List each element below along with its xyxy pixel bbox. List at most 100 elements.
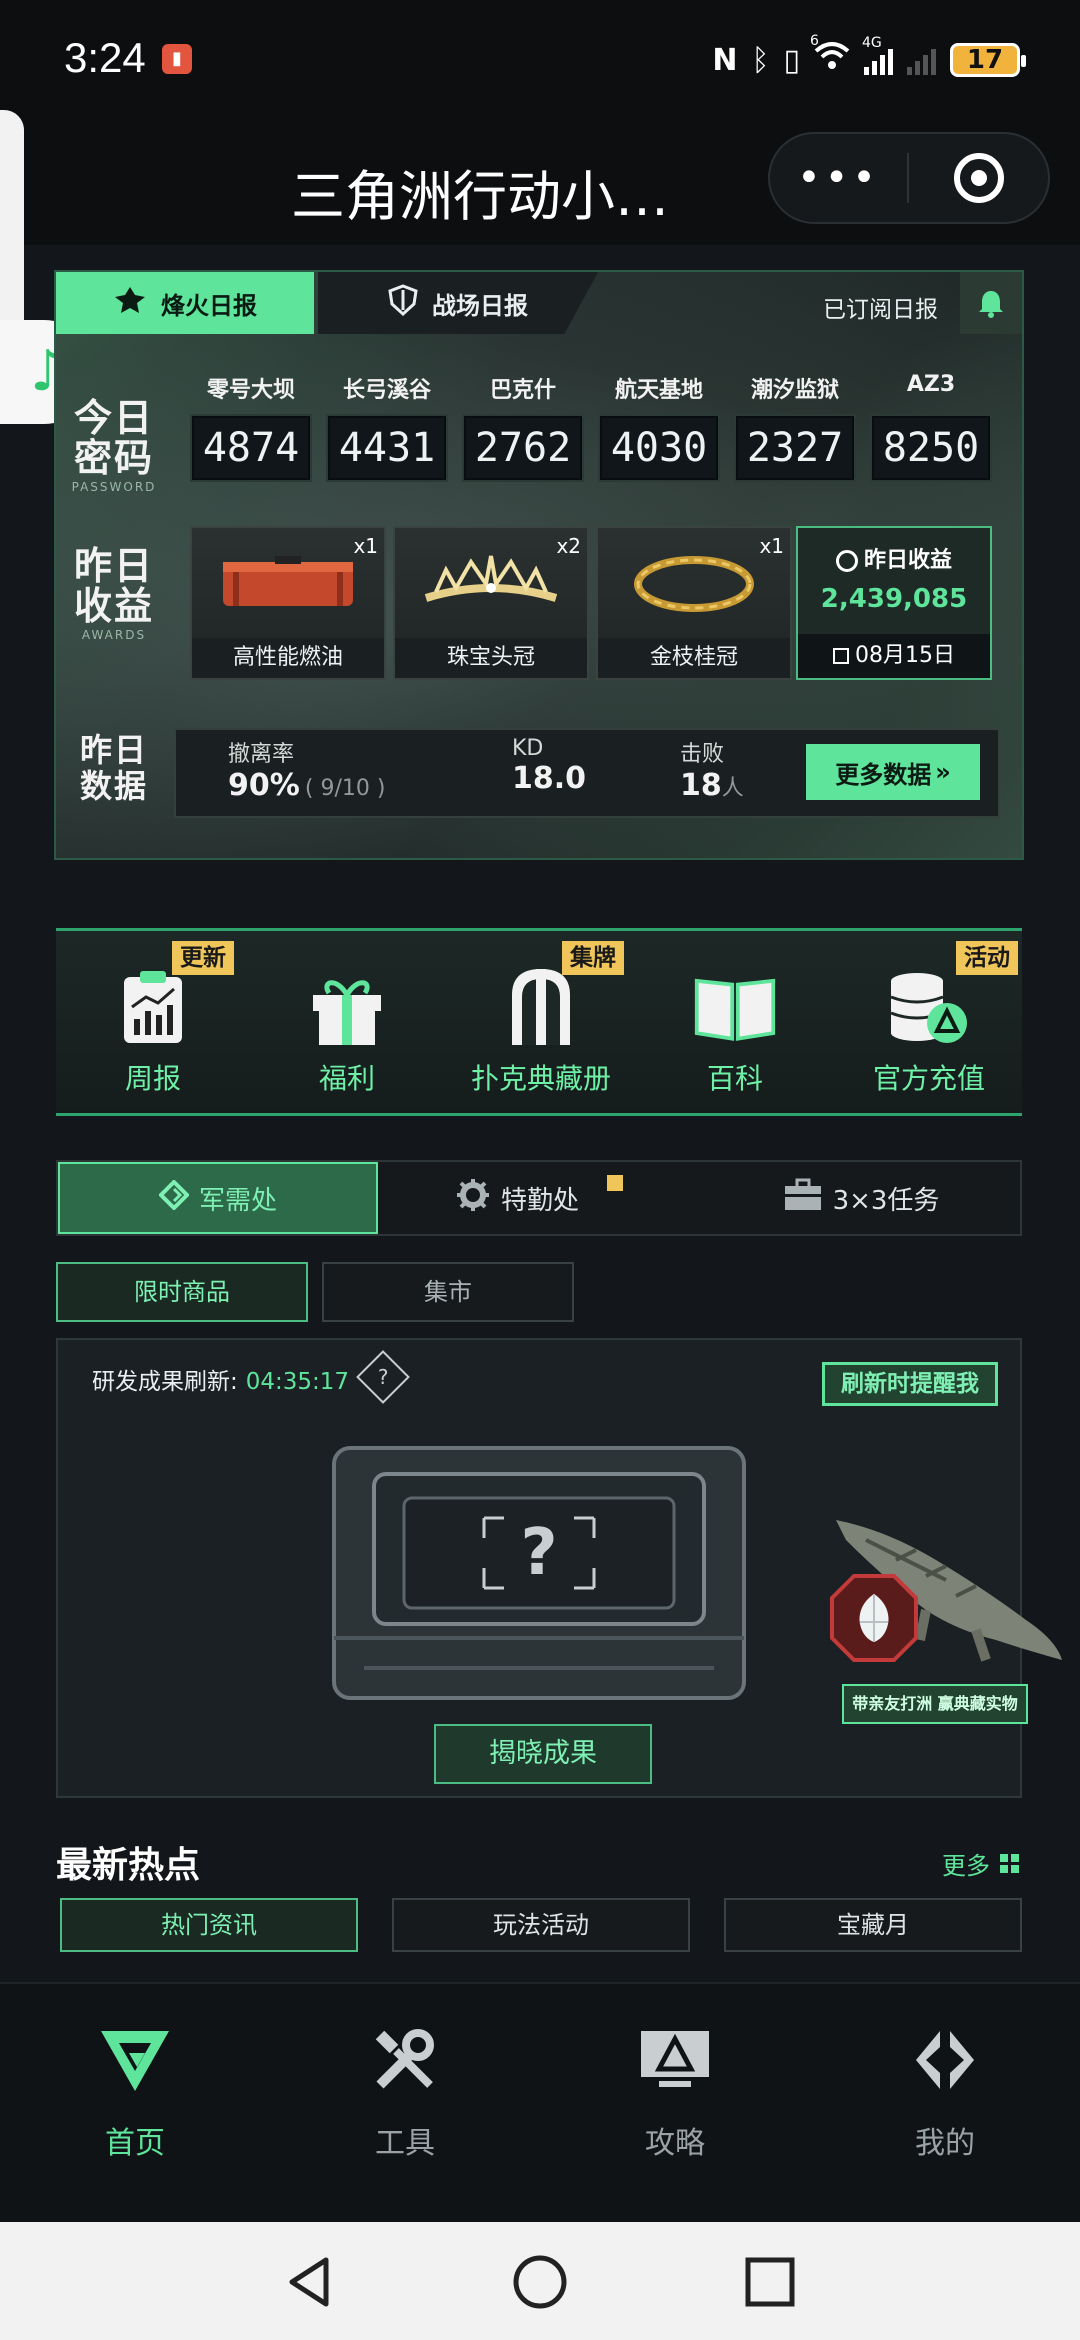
refresh-label: 研发成果刷新: 04:35:17 <box>92 1362 349 1396</box>
evac-value: 90% <box>228 768 300 803</box>
nav-label: 攻略 <box>645 2126 705 2161</box>
nfc-icon: N <box>712 42 738 78</box>
help-icon[interactable]: ? <box>356 1350 410 1404</box>
diamond-arrow-icon <box>158 1178 190 1217</box>
award-item-card[interactable]: 珠宝头冠 x2 <box>393 526 589 680</box>
profile-logo-icon <box>905 2024 985 2096</box>
quick-item-card-album[interactable]: 扑克典藏册 集牌 <box>444 931 638 1119</box>
miniprogram-capsule: ••• <box>768 132 1050 224</box>
tab-label: 军需处 <box>198 1185 277 1216</box>
grid-icon <box>1000 1854 1019 1873</box>
kills-stat: 击败 18人 <box>680 736 744 803</box>
home-circle-icon[interactable] <box>510 2252 570 2312</box>
kills-value: 18 <box>680 768 722 803</box>
tab-3x3-mission[interactable]: 3×3任务 <box>700 1162 1022 1234</box>
tab-quartermaster[interactable]: 军需处 <box>58 1162 378 1234</box>
stats-title-line2: 数据 <box>79 767 148 805</box>
wifi-icon: 6 <box>810 33 850 79</box>
tab-treasure-month[interactable]: 宝藏月 <box>724 1898 1022 1952</box>
password-code[interactable]: 4874 <box>190 414 312 482</box>
tab-limited-goods[interactable]: 限时商品 <box>56 1262 308 1322</box>
password-code[interactable]: 4030 <box>598 414 720 482</box>
reveal-result-button[interactable]: 揭晓成果 <box>434 1724 652 1784</box>
remind-me-button[interactable]: 刷新时提醒我 <box>822 1362 998 1406</box>
tab-label: 特勤处 <box>500 1185 579 1216</box>
status-icons: N ᛒ ▯ 6 4G 17 <box>712 33 1026 84</box>
home-logo-icon <box>95 2024 175 2096</box>
quick-item-label: 扑克典藏册 <box>470 1062 611 1095</box>
daily-report-card: 烽火日报 战场日报 已订阅日报 今日 密码 PASSWORD 零号大坝 长弓溪谷… <box>54 270 1024 860</box>
quick-item-weekly-report[interactable]: 周报 更新 <box>56 931 250 1119</box>
yesterday-income-card: 昨日收益 2,439,085 08月15日 <box>796 526 992 680</box>
password-section-title: 今日 密码 PASSWORD <box>64 398 164 494</box>
award-item-card[interactable]: 高性能燃油 x1 <box>190 526 386 680</box>
tab-hot-news[interactable]: 热门资讯 <box>60 1898 358 1952</box>
password-title-line2: 密码 <box>73 436 154 480</box>
quick-item-tag: 活动 <box>956 941 1018 975</box>
map-name: 巴克什 <box>489 378 556 403</box>
fire-report-icon <box>113 285 147 321</box>
recents-square-icon[interactable] <box>740 2252 800 2312</box>
quick-item-welfare[interactable]: 福利 <box>250 931 444 1119</box>
password-code[interactable]: 2762 <box>462 414 584 482</box>
map-name: 零号大坝 <box>206 378 295 403</box>
kills-unit: 人 <box>721 776 744 801</box>
income-label-text: 昨日收益 <box>863 548 952 573</box>
nav-guide[interactable]: 攻略 <box>540 2024 810 2174</box>
more-data-button[interactable]: 更多数据 » <box>806 744 980 800</box>
tab-fire-report[interactable]: 烽火日报 <box>56 272 314 334</box>
mystery-symbol: ? <box>520 1516 557 1590</box>
quick-item-encyclopedia[interactable]: 百科 <box>638 931 832 1119</box>
nav-home[interactable]: 首页 <box>0 2024 270 2174</box>
tab-special-service[interactable]: 特勤处 <box>378 1162 700 1234</box>
quick-item-recharge[interactable]: 官方充值 活动 <box>832 931 1026 1119</box>
map-name: 航天基地 <box>614 378 703 403</box>
nav-label: 首页 <box>105 2126 165 2161</box>
password-code[interactable]: 2327 <box>734 414 856 482</box>
stats-section-title: 昨日 数据 <box>64 732 164 804</box>
guide-monitor-icon <box>635 2024 715 2096</box>
diamond-icon[interactable] <box>828 1572 920 1664</box>
password-title-line1: 今日 <box>73 396 154 440</box>
close-miniprogram-button[interactable] <box>909 153 1048 203</box>
map-names-row: 零号大坝 长弓溪谷 巴克什 航天基地 潮汐监狱 AZ3 <box>190 372 1000 404</box>
briefcase-icon <box>783 1178 823 1219</box>
section-tabs: 军需处 特勤处 3×3任务 <box>56 1160 1022 1236</box>
network-type: 4G <box>862 35 882 51</box>
award-item-qty: x2 <box>556 534 581 558</box>
awards-subtitle: AWARDS <box>81 628 147 642</box>
awards-section-title: 昨日 收益 AWARDS <box>64 546 164 642</box>
password-code[interactable]: 8250 <box>870 414 992 482</box>
calendar-icon <box>833 648 849 664</box>
income-value: 2,439,085 <box>820 584 968 614</box>
book-icon <box>693 965 777 1049</box>
promo-badge[interactable]: 带亲友打洲 赢典藏实物 <box>842 1684 1028 1724</box>
notification-badge <box>607 1175 623 1191</box>
double-chevron-right-icon: » <box>935 758 951 786</box>
tab-market[interactable]: 集市 <box>322 1262 574 1322</box>
more-options-button[interactable]: ••• <box>770 155 907 201</box>
mystery-crate[interactable]: ? <box>314 1428 764 1728</box>
nav-profile[interactable]: 我的 <box>810 2024 1080 2174</box>
nav-tools[interactable]: 工具 <box>270 2024 540 2174</box>
cellular-signal-2-icon <box>907 45 936 75</box>
password-code[interactable]: 4431 <box>326 414 448 482</box>
map-name: AZ3 <box>906 372 956 397</box>
map-name: 长弓溪谷 <box>342 378 431 403</box>
recording-indicator-icon: ▮ <box>162 44 192 74</box>
bell-icon[interactable] <box>960 272 1022 334</box>
evac-label: 撤离率 <box>228 742 295 767</box>
bluetooth-icon: ᛒ <box>751 42 770 78</box>
quick-item-label: 官方充值 <box>872 1062 985 1095</box>
tab-gameplay-events[interactable]: 玩法活动 <box>392 1898 690 1952</box>
refresh-label-text: 研发成果刷新: <box>92 1369 238 1395</box>
news-more-link[interactable]: 更多 <box>942 1846 1019 1881</box>
tab-label: 烽火日报 <box>161 291 257 320</box>
subscribed-label[interactable]: 已订阅日报 <box>823 290 938 324</box>
status-time: 3:24 <box>64 34 146 81</box>
target-icon <box>953 153 1004 203</box>
back-icon[interactable] <box>280 2252 340 2312</box>
award-item-qty: x1 <box>759 534 784 558</box>
award-item-card[interactable]: 金枝桂冠 x1 <box>596 526 792 680</box>
tab-battlefield-report[interactable]: 战场日报 <box>318 272 598 334</box>
